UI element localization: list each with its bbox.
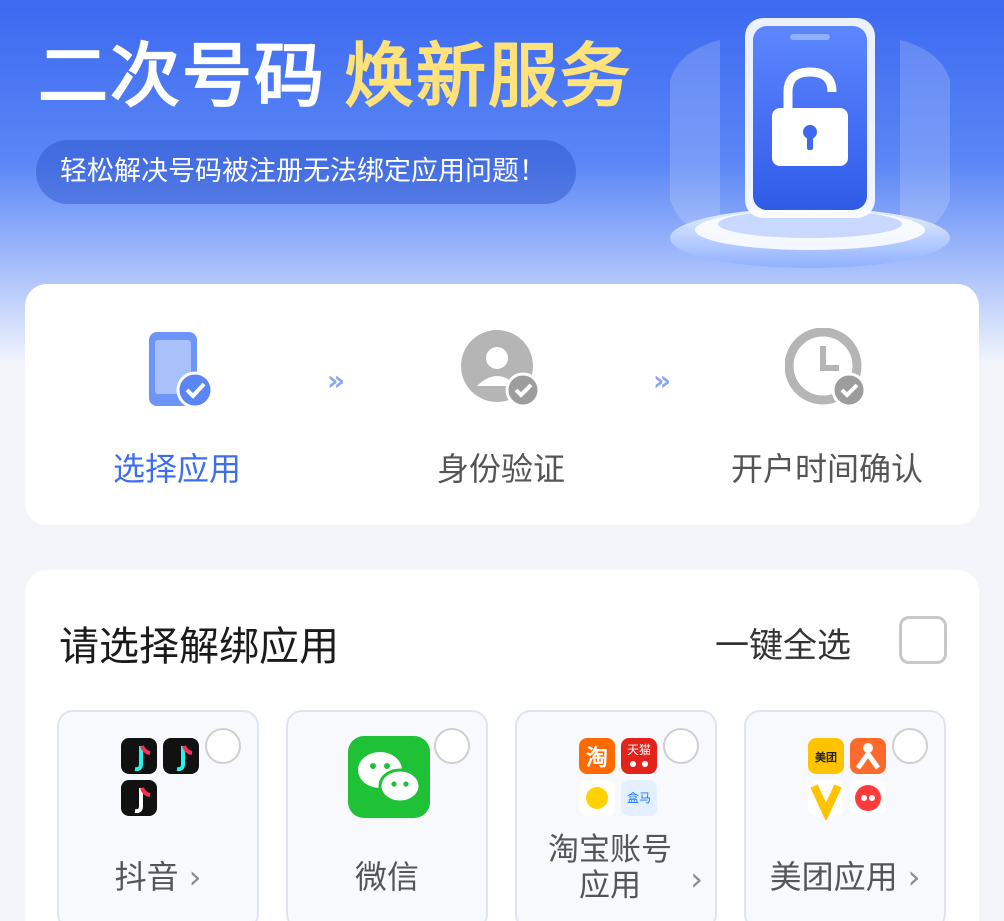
tmall-icon-label: 天猫	[627, 743, 651, 757]
app-name-taobao: 淘宝账号应用	[548, 832, 672, 904]
app-radio-taobao[interactable]	[663, 728, 699, 764]
app-label-douyin: 抖音	[114, 858, 179, 896]
step-arrow-2: »	[653, 364, 672, 397]
step-label-open-time: 开户时间确认	[730, 450, 923, 488]
app-tile-wechat[interactable]: 微信	[286, 710, 488, 921]
step-open-time: 开户时间确认	[697, 284, 957, 525]
hema-icon-label: 盒马	[627, 790, 651, 805]
app-name-wechat: 微信	[354, 858, 419, 896]
hero-subtitle: 轻松解决号码被注册无法绑定应用问题！	[36, 140, 576, 204]
wechat-icon	[348, 736, 430, 818]
step-label-select-app: 选择应用	[112, 450, 241, 488]
step-label-identity: 身份验证	[436, 450, 565, 488]
taobao-icon-label: 淘	[586, 745, 608, 771]
chevron-right-icon: ›	[907, 858, 921, 896]
hero-title-part2: 焕新服务	[344, 35, 632, 117]
taobao-apps-icon: 淘 天猫 盒马	[579, 738, 657, 816]
clock-check-icon	[785, 328, 867, 408]
app-selection-card: 请选择解绑应用 一键全选 抖音 › 微信 淘 天猫 盒马 淘宝账号应用 › 美团…	[25, 570, 979, 921]
user-check-icon	[461, 330, 541, 408]
step-select-app: 选择应用	[47, 284, 307, 525]
douyin-apps-icon	[121, 738, 199, 816]
app-name-meituan: 美团应用 ›	[746, 852, 944, 898]
app-tile-douyin[interactable]: 抖音 ›	[57, 710, 259, 921]
meituan-icon-label: 美团	[815, 750, 837, 764]
step-identity: 身份验证	[371, 284, 631, 525]
select-all-checkbox[interactable]	[899, 616, 947, 664]
meituan-apps-icon: 美团	[808, 738, 886, 820]
select-all-label[interactable]: 一键全选	[715, 618, 851, 667]
progress-steps-card: 选择应用 » 身份验证 » 开户时间确认	[25, 284, 979, 525]
app-label-meituan: 美团应用	[769, 858, 898, 896]
section-title: 请选择解绑应用	[59, 624, 339, 670]
app-radio-meituan[interactable]	[892, 728, 928, 764]
hero-title-part1: 二次号码	[38, 35, 326, 117]
chevron-right-icon: ›	[690, 860, 703, 898]
chevron-right-icon: ›	[188, 858, 202, 896]
app-tile-meituan[interactable]: 美团 美团应用 ›	[744, 710, 946, 921]
unlock-phone-illustration	[670, 18, 950, 268]
phone-check-icon	[149, 332, 214, 409]
app-radio-douyin[interactable]	[205, 728, 241, 764]
hero-title: 二次号码 焕新服务	[38, 36, 632, 116]
app-radio-wechat[interactable]	[434, 728, 470, 764]
step-arrow-1: »	[327, 364, 346, 397]
app-name-douyin: 抖音 ›	[59, 852, 257, 898]
app-tile-taobao[interactable]: 淘 天猫 盒马 淘宝账号应用 ›	[515, 710, 717, 921]
